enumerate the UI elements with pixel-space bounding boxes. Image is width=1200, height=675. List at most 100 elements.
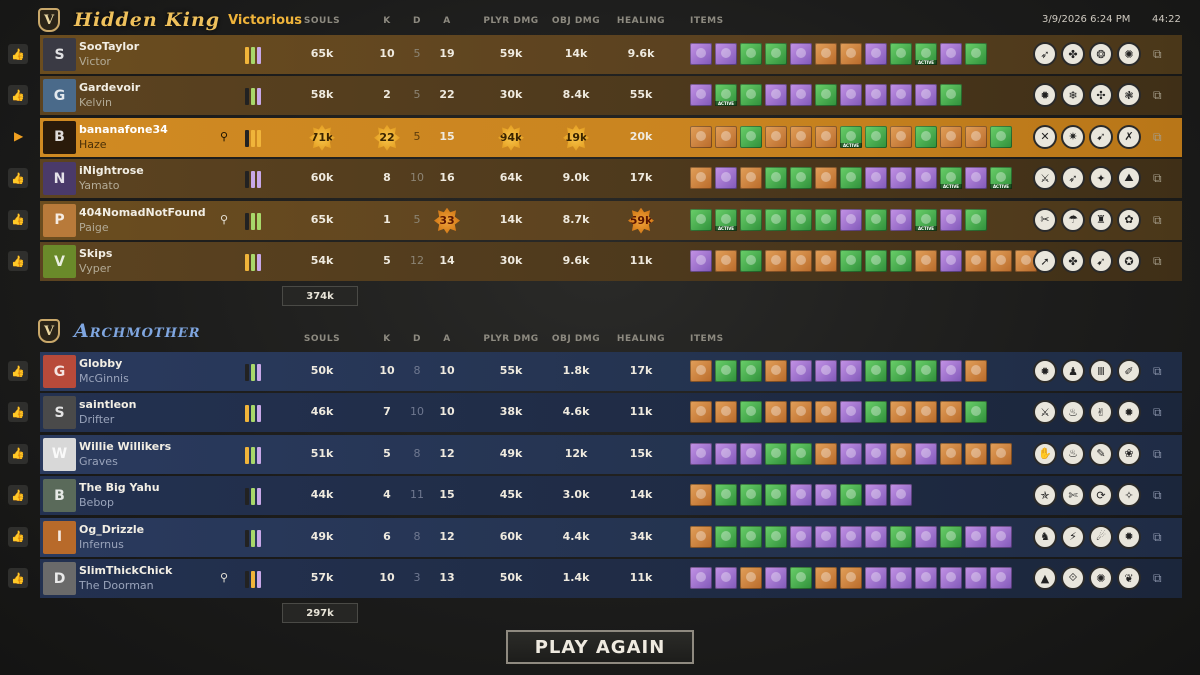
copy-build-icon[interactable]: ⧉: [1153, 213, 1165, 227]
item-icon[interactable]: [865, 484, 887, 507]
item-icon[interactable]: [765, 484, 787, 507]
item-icon[interactable]: [940, 167, 962, 190]
ability-icon[interactable]: ✗: [1117, 124, 1141, 149]
item-icon[interactable]: [815, 567, 837, 589]
item-icon[interactable]: [690, 84, 712, 107]
player-name[interactable]: The Big Yahu: [79, 481, 160, 494]
item-icon[interactable]: [840, 401, 862, 424]
player-row[interactable]: ▶ Bbananafone34Haze ⚲ 71k 22 5 15 94k 19k 20k ✕✷➹✗…: [14, 117, 1182, 157]
item-icon[interactable]: [790, 84, 812, 107]
item-icon[interactable]: [940, 84, 962, 107]
item-icon[interactable]: [890, 360, 912, 382]
ability-icon[interactable]: ♨: [1061, 400, 1085, 425]
play-again-button[interactable]: PLAY AGAIN: [506, 630, 694, 664]
item-icon[interactable]: [715, 208, 737, 231]
item-icon[interactable]: [815, 484, 837, 507]
item-icon[interactable]: [940, 208, 962, 231]
copy-build-icon[interactable]: ⧉: [1153, 171, 1165, 185]
item-icon[interactable]: [890, 442, 912, 465]
ability-icon[interactable]: ❂: [1089, 42, 1113, 66]
item-icon[interactable]: [890, 250, 912, 272]
item-icon[interactable]: [890, 208, 912, 231]
item-icon[interactable]: [965, 360, 987, 382]
commend-thumbs-up-button[interactable]: 👍: [8, 85, 28, 106]
item-icon[interactable]: [715, 43, 737, 65]
player-name[interactable]: bananafone34: [79, 123, 168, 136]
ability-icon[interactable]: ❄: [1061, 83, 1085, 108]
item-icon[interactable]: [965, 167, 987, 190]
ability-icon[interactable]: ✪: [1117, 249, 1141, 273]
ability-icon[interactable]: ✐: [1117, 359, 1141, 383]
item-icon[interactable]: [690, 525, 712, 548]
item-icon[interactable]: [840, 167, 862, 190]
item-icon[interactable]: [965, 567, 987, 589]
player-row[interactable]: 👍 NiNightrose Yamato 60k 8 10 16 64k 9.0k 17k ⚔➶✦⛰…: [8, 159, 1182, 199]
ability-icon[interactable]: ☄: [1089, 524, 1113, 549]
item-icon[interactable]: [715, 250, 737, 272]
item-icon[interactable]: [940, 43, 962, 65]
item-icon[interactable]: [840, 567, 862, 589]
item-icon[interactable]: [815, 208, 837, 231]
item-icon[interactable]: [990, 250, 1012, 272]
item-icon[interactable]: [765, 525, 787, 548]
item-icon[interactable]: [890, 84, 912, 107]
item-icon[interactable]: [940, 442, 962, 465]
item-icon[interactable]: [915, 43, 937, 65]
item-icon[interactable]: [840, 43, 862, 65]
player-row[interactable]: 👍 I Og_Drizzle Infernus 49k 6 8 12 60k 4.4k 34k ♞ ⚡ ☄…: [8, 517, 1182, 557]
ability-icon[interactable]: ✤: [1061, 249, 1085, 273]
commend-thumbs-up-button[interactable]: 👍: [8, 209, 28, 230]
item-icon[interactable]: [815, 84, 837, 107]
ability-icon[interactable]: ✹: [1117, 524, 1141, 549]
item-icon[interactable]: [690, 401, 712, 424]
ability-icon[interactable]: ♟: [1061, 359, 1085, 383]
ability-icon[interactable]: ❃: [1117, 83, 1141, 108]
item-icon[interactable]: [865, 125, 887, 148]
commend-thumbs-up-button[interactable]: 👍: [8, 443, 28, 464]
ability-icon[interactable]: ➚: [1033, 249, 1057, 273]
item-icon[interactable]: [840, 484, 862, 507]
item-icon[interactable]: [865, 401, 887, 424]
item-icon[interactable]: [740, 84, 762, 107]
copy-build-icon[interactable]: ⧉: [1153, 447, 1165, 461]
item-icon[interactable]: [790, 360, 812, 382]
player-name[interactable]: SooTaylor: [79, 40, 139, 53]
item-icon[interactable]: [940, 250, 962, 272]
copy-build-icon[interactable]: ⧉: [1153, 130, 1165, 144]
item-icon[interactable]: [790, 567, 812, 589]
ability-icon[interactable]: ✄: [1061, 483, 1085, 508]
item-icon[interactable]: [915, 360, 937, 382]
item-icon[interactable]: [815, 250, 837, 272]
item-icon[interactable]: [740, 525, 762, 548]
item-icon[interactable]: [790, 442, 812, 465]
item-icon[interactable]: [840, 125, 862, 148]
player-row[interactable]: 👍 GGardevoir Kelvin 58k 2 5 22 30k 8.4k 55k ✹❄✣❃ ⧉: [8, 76, 1182, 116]
item-icon[interactable]: [915, 125, 937, 148]
item-icon[interactable]: [740, 167, 762, 190]
item-icon[interactable]: [815, 525, 837, 548]
item-icon[interactable]: [765, 84, 787, 107]
item-icon[interactable]: [990, 167, 1012, 190]
ability-icon[interactable]: ✹: [1117, 400, 1141, 425]
ability-icon[interactable]: ☂: [1061, 207, 1085, 232]
item-icon[interactable]: [765, 125, 787, 148]
item-icon[interactable]: [690, 484, 712, 507]
item-icon[interactable]: [965, 525, 987, 548]
copy-build-icon[interactable]: ⧉: [1153, 571, 1165, 585]
item-icon[interactable]: [840, 525, 862, 548]
item-icon[interactable]: [990, 442, 1012, 465]
item-icon[interactable]: [765, 43, 787, 65]
player-name[interactable]: Skips: [79, 247, 112, 260]
item-icon[interactable]: [965, 125, 987, 148]
item-icon[interactable]: [865, 250, 887, 272]
item-icon[interactable]: [840, 250, 862, 272]
item-icon[interactable]: [740, 442, 762, 465]
item-icon[interactable]: [865, 442, 887, 465]
item-icon[interactable]: [915, 525, 937, 548]
item-icon[interactable]: [865, 167, 887, 190]
item-icon[interactable]: [715, 401, 737, 424]
ability-icon[interactable]: ▲: [1033, 566, 1057, 590]
player-row[interactable]: 👍 P 404NomadNotFound Paige ⚲ 65k 1 5 33 14k 8.7k 59…: [8, 200, 1182, 240]
ability-icon[interactable]: ➶: [1061, 166, 1085, 191]
player-name[interactable]: SlimThickChick: [79, 564, 172, 577]
